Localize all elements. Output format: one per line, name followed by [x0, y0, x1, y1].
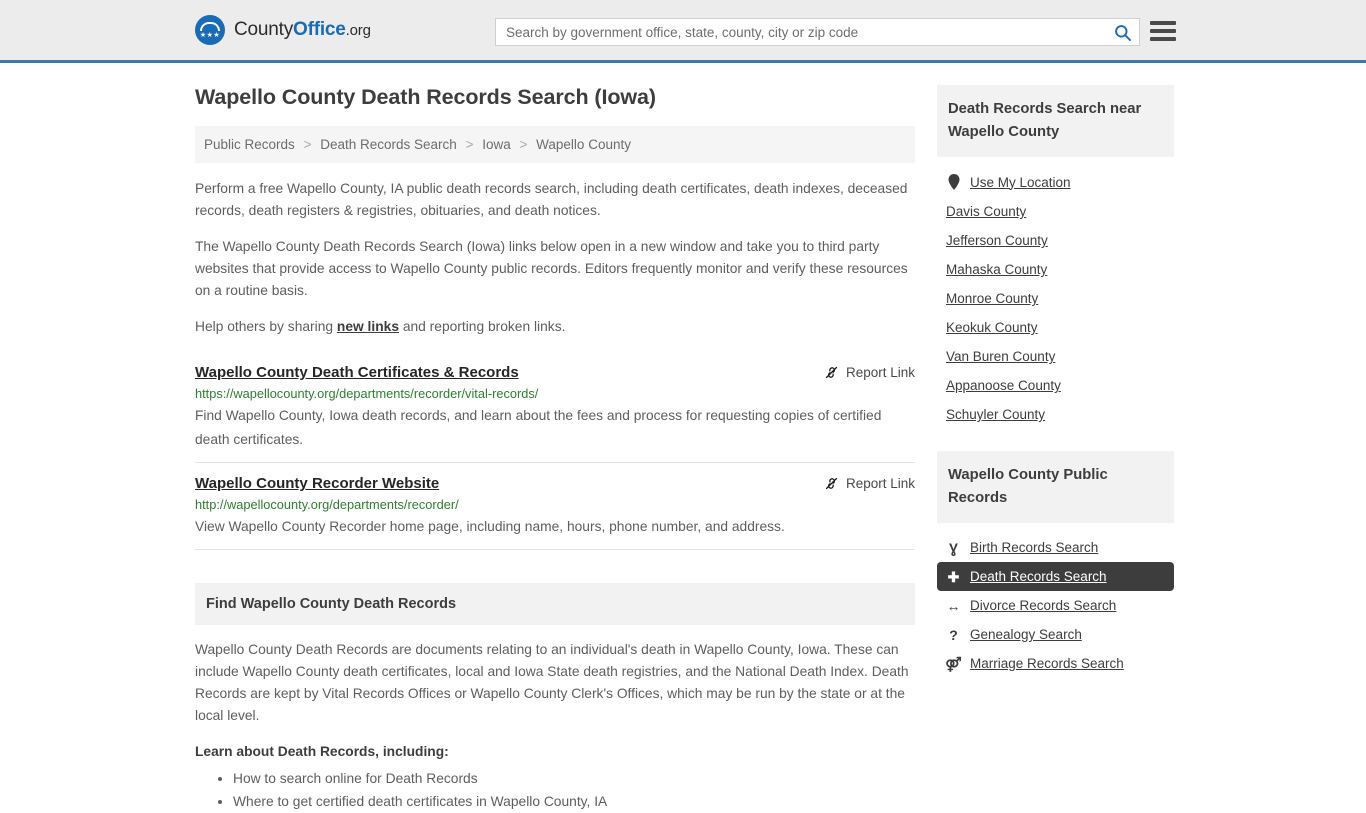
sidebar-item-monroe-county[interactable]: Monroe County: [937, 284, 1174, 313]
sidebar-item-label: Use My Location: [970, 174, 1071, 190]
sidebar-item-keokuk-county[interactable]: Keokuk County: [937, 313, 1174, 342]
find-records-paragraph: Wapello County Death Records are documen…: [195, 642, 909, 723]
result-title-link[interactable]: Wapello County Recorder Website: [195, 475, 439, 492]
list-item: How to search online for Death Records: [233, 767, 915, 790]
sidebar-item-label: Death Records Search: [970, 569, 1107, 584]
public-records-card: Wapello County Public Records Ɣ Birth Re…: [937, 451, 1174, 678]
sidebar-item-marriage-records-search[interactable]: ⚤ Marriage Records Search: [937, 649, 1174, 678]
sidebar-item-jefferson-county[interactable]: Jefferson County: [937, 226, 1174, 255]
eagle-seal-icon: ★★★: [195, 15, 225, 45]
sidebar-item-genealogy-search[interactable]: ? Genealogy Search: [937, 620, 1174, 649]
site-logo[interactable]: ★★★ CountyOffice.org: [195, 15, 371, 45]
logo-wordmark: CountyOffice.org: [234, 19, 371, 41]
breadcrumb-item-death-records-search[interactable]: Death Records Search: [320, 137, 457, 152]
public-records-card-heading: Wapello County Public Records: [937, 451, 1174, 523]
logo-text-office: Office: [293, 19, 346, 40]
question-mark-icon: ?: [949, 626, 958, 643]
sidebar-item-divorce-records-search[interactable]: ↔ Divorce Records Search: [937, 591, 1174, 620]
breadcrumb-item-public-records[interactable]: Public Records: [204, 137, 295, 152]
sidebar-item-birth-records-search[interactable]: Ɣ Birth Records Search: [937, 533, 1174, 562]
result-description: View Wapello County Recorder home page, …: [195, 519, 785, 534]
sidebar: Death Records Search near Wapello County…: [937, 85, 1174, 813]
breadcrumb-item-iowa[interactable]: Iowa: [482, 137, 511, 152]
share-text-before: Help others by sharing: [195, 319, 337, 334]
broken-link-icon: [825, 366, 838, 379]
find-records-section-heading: Find Wapello County Death Records: [195, 583, 915, 625]
intro-paragraph-3: Help others by sharing new links and rep…: [195, 316, 915, 338]
sidebar-item-van-buren-county[interactable]: Van Buren County: [937, 342, 1174, 371]
hamburger-menu-button[interactable]: [1150, 19, 1176, 43]
sidebar-item-appanoose-county[interactable]: Appanoose County: [937, 371, 1174, 400]
logo-text-county: County: [234, 19, 294, 40]
sidebar-item-davis-county[interactable]: Davis County: [937, 197, 1174, 226]
male-female-icon: ⚤: [945, 655, 962, 672]
search-input[interactable]: [496, 19, 1105, 45]
breadcrumb-item-wapello-county[interactable]: Wapello County: [536, 137, 631, 152]
split-arrows-icon: ↔: [946, 597, 961, 614]
breadcrumb-separator: >: [303, 137, 312, 152]
breadcrumb: Public Records > Death Records Search > …: [195, 126, 915, 163]
breadcrumb-separator: >: [465, 137, 474, 152]
public-records-list: Ɣ Birth Records Search ✚ Death Records S…: [937, 523, 1174, 678]
result-title-link[interactable]: Wapello County Death Certificates & Reco…: [195, 364, 519, 381]
new-links-link[interactable]: new links: [337, 319, 399, 334]
sidebar-item-label: Appanoose County: [946, 378, 1061, 393]
sidebar-item-label: Genealogy Search: [970, 627, 1082, 642]
sidebar-item-label: Birth Records Search: [970, 540, 1099, 555]
report-link-button[interactable]: Report Link: [824, 475, 915, 491]
hamburger-menu-icon-bar-2: [1150, 29, 1176, 33]
nearby-records-list: Use My Location Davis County Jefferson C…: [937, 157, 1174, 429]
result-url[interactable]: http://wapellocounty.org/departments/rec…: [195, 497, 915, 512]
sidebar-item-label: Monroe County: [946, 291, 1039, 306]
page-body: Wapello County Death Records Search (Iow…: [0, 63, 1366, 813]
baby-icon: Ɣ: [949, 539, 958, 556]
learn-about-list: How to search online for Death Records W…: [195, 767, 915, 813]
site-header: ★★★ CountyOffice.org: [0, 0, 1366, 63]
intro-paragraph-1: Perform a free Wapello County, IA public…: [195, 181, 908, 218]
hamburger-menu-icon-bar-1: [1150, 21, 1176, 25]
sidebar-item-label: Van Buren County: [946, 349, 1056, 364]
result-description: Find Wapello County, Iowa death records,…: [195, 408, 882, 447]
search-button[interactable]: [1105, 19, 1139, 45]
breadcrumb-separator: >: [519, 137, 528, 152]
search-bar: [495, 18, 1140, 46]
page-title: Wapello County Death Records Search (Iow…: [195, 85, 656, 109]
find-records-section-body: Wapello County Death Records are documen…: [195, 625, 915, 813]
result-item: Wapello County Death Certificates & Reco…: [195, 352, 915, 463]
sidebar-item-mahaska-county[interactable]: Mahaska County: [937, 255, 1174, 284]
logo-text-org: .org: [345, 22, 371, 39]
sidebar-item-label: Schuyler County: [946, 407, 1046, 422]
nearby-records-card: Death Records Search near Wapello County…: [937, 85, 1174, 429]
report-link-label: Report Link: [845, 476, 915, 491]
sidebar-item-schuyler-county[interactable]: Schuyler County: [937, 400, 1174, 429]
sidebar-item-use-my-location[interactable]: Use My Location: [937, 167, 1174, 197]
hamburger-menu-icon-bar-3: [1150, 37, 1176, 41]
sidebar-item-label: Marriage Records Search: [970, 656, 1124, 671]
learn-about-heading: Learn about Death Records, including:: [195, 744, 449, 759]
sidebar-item-label: Jefferson County: [946, 233, 1048, 248]
search-icon: [1114, 24, 1131, 41]
list-item: Where to get certified death certificate…: [233, 790, 915, 813]
main-content: Wapello County Death Records Search (Iow…: [195, 85, 915, 813]
sidebar-item-label: Keokuk County: [946, 320, 1038, 335]
broken-link-icon: [825, 477, 838, 490]
sidebar-item-death-records-search[interactable]: ✚ Death Records Search: [937, 562, 1174, 591]
sidebar-item-label: Divorce Records Search: [970, 598, 1117, 613]
map-pin-icon: [946, 174, 961, 190]
sidebar-item-label: Mahaska County: [946, 262, 1048, 277]
report-link-label: Report Link: [845, 365, 915, 380]
report-link-button[interactable]: Report Link: [824, 364, 915, 380]
result-url[interactable]: https://wapellocounty.org/departments/re…: [195, 386, 915, 401]
result-item: Wapello County Recorder Website Report L…: [195, 463, 915, 550]
nearby-records-card-heading: Death Records Search near Wapello County: [937, 85, 1174, 157]
cross-icon: ✚: [947, 568, 960, 585]
intro-paragraph-2: The Wapello County Death Records Search …: [195, 239, 908, 298]
sidebar-item-label: Davis County: [946, 204, 1027, 219]
share-text-after: and reporting broken links.: [399, 319, 566, 334]
